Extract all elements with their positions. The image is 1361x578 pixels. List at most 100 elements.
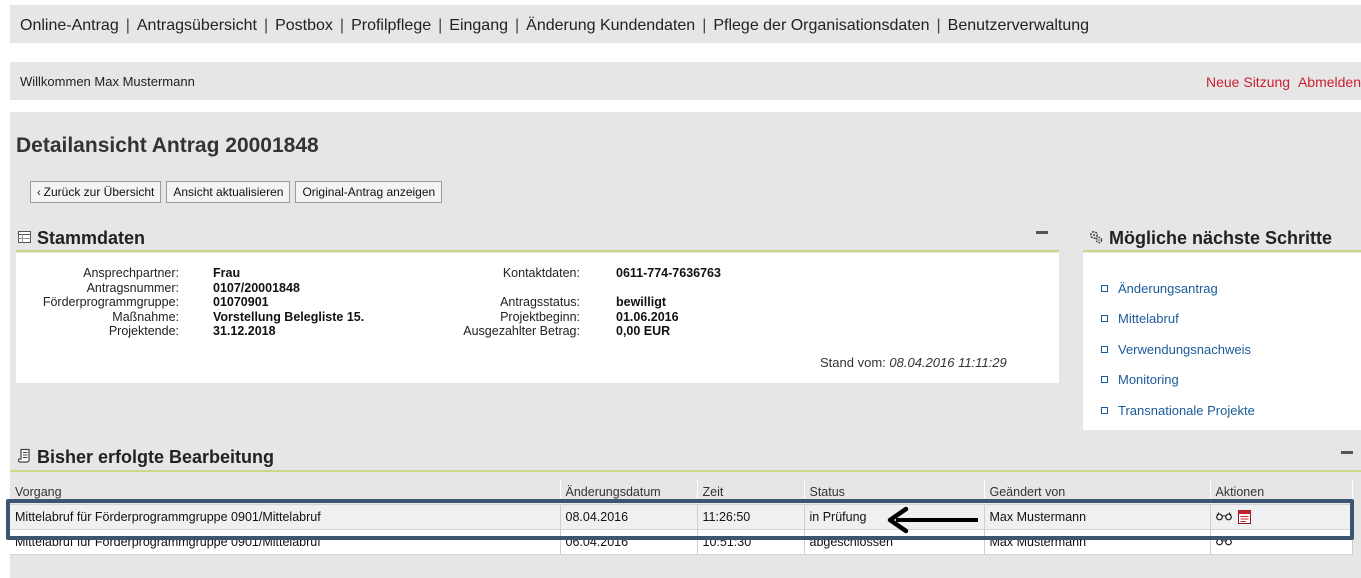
section-divider	[16, 250, 1059, 252]
nav-antragsuebersicht[interactable]: Antragsübersicht	[137, 17, 257, 34]
section-divider	[1083, 250, 1361, 252]
stammdaten-right: Kontaktdaten: 0611-774-7636763 Antragssta…	[430, 266, 721, 339]
next-step-label: Änderungsantrag	[1118, 280, 1218, 296]
nav-separator: |	[702, 17, 707, 34]
refresh-view-button[interactable]: Ansicht aktualisieren	[166, 181, 291, 203]
cell-vorgang: Mittelabruf für Förderprogrammgruppe 090…	[10, 504, 561, 530]
field-value: 01.06.2016	[616, 309, 679, 324]
welcome-text: Willkommen Max Mustermann	[20, 74, 195, 89]
collapse-stammdaten-icon[interactable]	[1036, 231, 1048, 234]
action-buttons: ‹ Zurück zur Übersicht Ansicht aktualisie…	[30, 181, 443, 203]
new-session-link[interactable]: Neue Sitzung	[1206, 74, 1290, 90]
next-step-mittelabruf[interactable]: Mittelabruf	[1101, 304, 1255, 335]
nav-separator: |	[936, 17, 941, 34]
nav-eingang[interactable]: Eingang	[449, 17, 508, 34]
next-step-monitoring[interactable]: Monitoring	[1101, 365, 1255, 396]
field-row: Ausgezahlter Betrag: 0,00 EUR	[430, 324, 721, 339]
next-steps-panel: Änderungsantrag Mittelabruf Verwendungsn…	[1083, 253, 1361, 430]
cell-datum: 08.04.2016	[560, 504, 698, 530]
field-label: Antragsnummer:	[86, 280, 179, 295]
field-value: 0107/20001848	[213, 280, 300, 295]
column-header-status[interactable]: Status	[804, 480, 985, 505]
chevron-left-icon: ‹	[37, 187, 41, 199]
stammdaten-title: Stammdaten	[37, 228, 146, 248]
cell-vorgang: Mittelabruf für Förderprogrammgruppe 090…	[10, 529, 561, 555]
field-label: Ausgezahlter Betrag:	[463, 324, 580, 338]
logout-link[interactable]: Abmelden	[1298, 74, 1361, 90]
next-step-label: Verwendungsnachweis	[1118, 341, 1251, 357]
column-header-vorgang[interactable]: Vorgang	[10, 480, 561, 505]
next-steps-title: Mögliche nächste Schritte	[1109, 228, 1333, 248]
next-step-label: Transnationale Projekte	[1118, 402, 1255, 418]
scroll-icon	[17, 448, 31, 467]
field-value: Vorstellung Belegliste 15.	[213, 309, 365, 324]
field-label: Projektende:	[108, 324, 179, 338]
table-header-row: Vorgang Änderungsdatum Zeit Status Geänd…	[10, 480, 1353, 505]
nav-separator: |	[339, 17, 345, 34]
stand-value: 08.04.2016 11:11:29	[889, 355, 1007, 370]
next-step-label: Monitoring	[1118, 372, 1179, 388]
cell-aktionen	[1210, 504, 1353, 530]
field-value	[580, 281, 616, 296]
table-icon	[18, 230, 31, 247]
field-label	[430, 281, 580, 296]
bullet-icon	[1101, 345, 1108, 353]
collapse-history-icon[interactable]	[1341, 451, 1353, 454]
pdf-icon[interactable]	[1237, 509, 1251, 524]
nav-aenderung-kundendaten[interactable]: Änderung Kundendaten	[526, 17, 695, 34]
field-label: Kontaktdaten:	[502, 266, 580, 280]
field-label: Projektbeginn:	[500, 309, 580, 324]
show-original-button[interactable]: Original-Antrag anzeigen	[295, 181, 443, 203]
history-table: Vorgang Änderungsdatum Zeit Status Geänd…	[10, 480, 1353, 555]
field-row: Antragsnummer: 0107/20001848	[16, 281, 364, 296]
cell-geaendert-von: Max Mustermann	[984, 529, 1211, 555]
field-value: 31.12.2018	[213, 324, 276, 338]
field-row: Projektende: 31.12.2018	[16, 324, 364, 339]
column-header-geaendert-von[interactable]: Geändert von	[984, 480, 1211, 505]
session-links: Neue Sitzung Abmelden	[1202, 74, 1361, 90]
stammdaten-left: Ansprechpartner: Frau Antragsnummer: 0107/…	[16, 266, 364, 339]
field-label: Maßnahme:	[112, 309, 179, 324]
next-step-aenderungsantrag[interactable]: Änderungsantrag	[1101, 273, 1255, 304]
next-steps-header: Mögliche nächste Schritte	[1089, 228, 1332, 249]
nav-online-antrag[interactable]: Online-Antrag	[20, 17, 119, 34]
stammdaten-header: Stammdaten	[18, 228, 145, 249]
next-steps-list: Änderungsantrag Mittelabruf Verwendungsn…	[1101, 273, 1255, 426]
page-title: Detailansicht Antrag 20001848	[16, 134, 319, 157]
nav-profilpflege[interactable]: Profilpflege	[351, 17, 431, 34]
welcome-bar: Willkommen Max Mustermann Neue Sitzung A…	[10, 62, 1361, 100]
field-row: Förderprogrammgruppe: 01070901	[16, 295, 364, 310]
field-label: Antragsstatus:	[500, 295, 580, 309]
cell-geaendert-von: Max Mustermann	[984, 504, 1211, 530]
field-value: Frau	[213, 266, 241, 280]
cell-status: in Prüfung	[804, 504, 985, 530]
bullet-icon	[1101, 284, 1108, 292]
nav-postbox[interactable]: Postbox	[275, 17, 333, 34]
nav-separator: |	[514, 17, 520, 34]
nav-separator: |	[125, 17, 130, 34]
cell-zeit: 10:51:30	[697, 529, 805, 555]
history-header: Bisher erfolgte Bearbeitung	[17, 447, 275, 468]
column-header-datum[interactable]: Änderungsdatum	[560, 480, 698, 505]
field-row: Projektbeginn: 01.06.2016	[430, 310, 721, 325]
table-row[interactable]: Mittelabruf für Förderprogrammgruppe 090…	[10, 504, 1353, 530]
field-value: 0611-774-7636763	[616, 266, 721, 280]
cell-aktionen	[1210, 529, 1353, 555]
back-to-overview-button[interactable]: ‹ Zurück zur Übersicht	[30, 181, 162, 203]
table-row[interactable]: Mittelabruf für Förderprogrammgruppe 090…	[10, 529, 1353, 555]
bullet-icon	[1101, 315, 1108, 323]
next-step-verwendungsnachweis[interactable]: Verwendungsnachweis	[1101, 334, 1255, 365]
nav-benutzerverwaltung[interactable]: Benutzerverwaltung	[948, 17, 1089, 34]
column-header-aktionen: Aktionen	[1210, 480, 1353, 505]
next-step-transnationale-projekte[interactable]: Transnationale Projekte	[1101, 395, 1255, 426]
stand-label: Stand vom:	[820, 355, 886, 370]
field-row: Kontaktdaten: 0611-774-7636763	[430, 266, 721, 281]
history-title: Bisher erfolgte Bearbeitung	[37, 447, 275, 467]
view-icon[interactable]	[1215, 510, 1232, 524]
field-row: Antragsstatus: bewilligt	[430, 295, 721, 310]
nav-pflege-organisationsdaten[interactable]: Pflege der Organisationsdaten	[713, 17, 929, 34]
top-navigation: Online-Antrag | Antragsübersicht | Postbox | P…	[10, 5, 1361, 43]
column-header-zeit[interactable]: Zeit	[697, 480, 805, 505]
view-icon[interactable]	[1215, 535, 1232, 549]
bullet-icon	[1101, 376, 1108, 384]
